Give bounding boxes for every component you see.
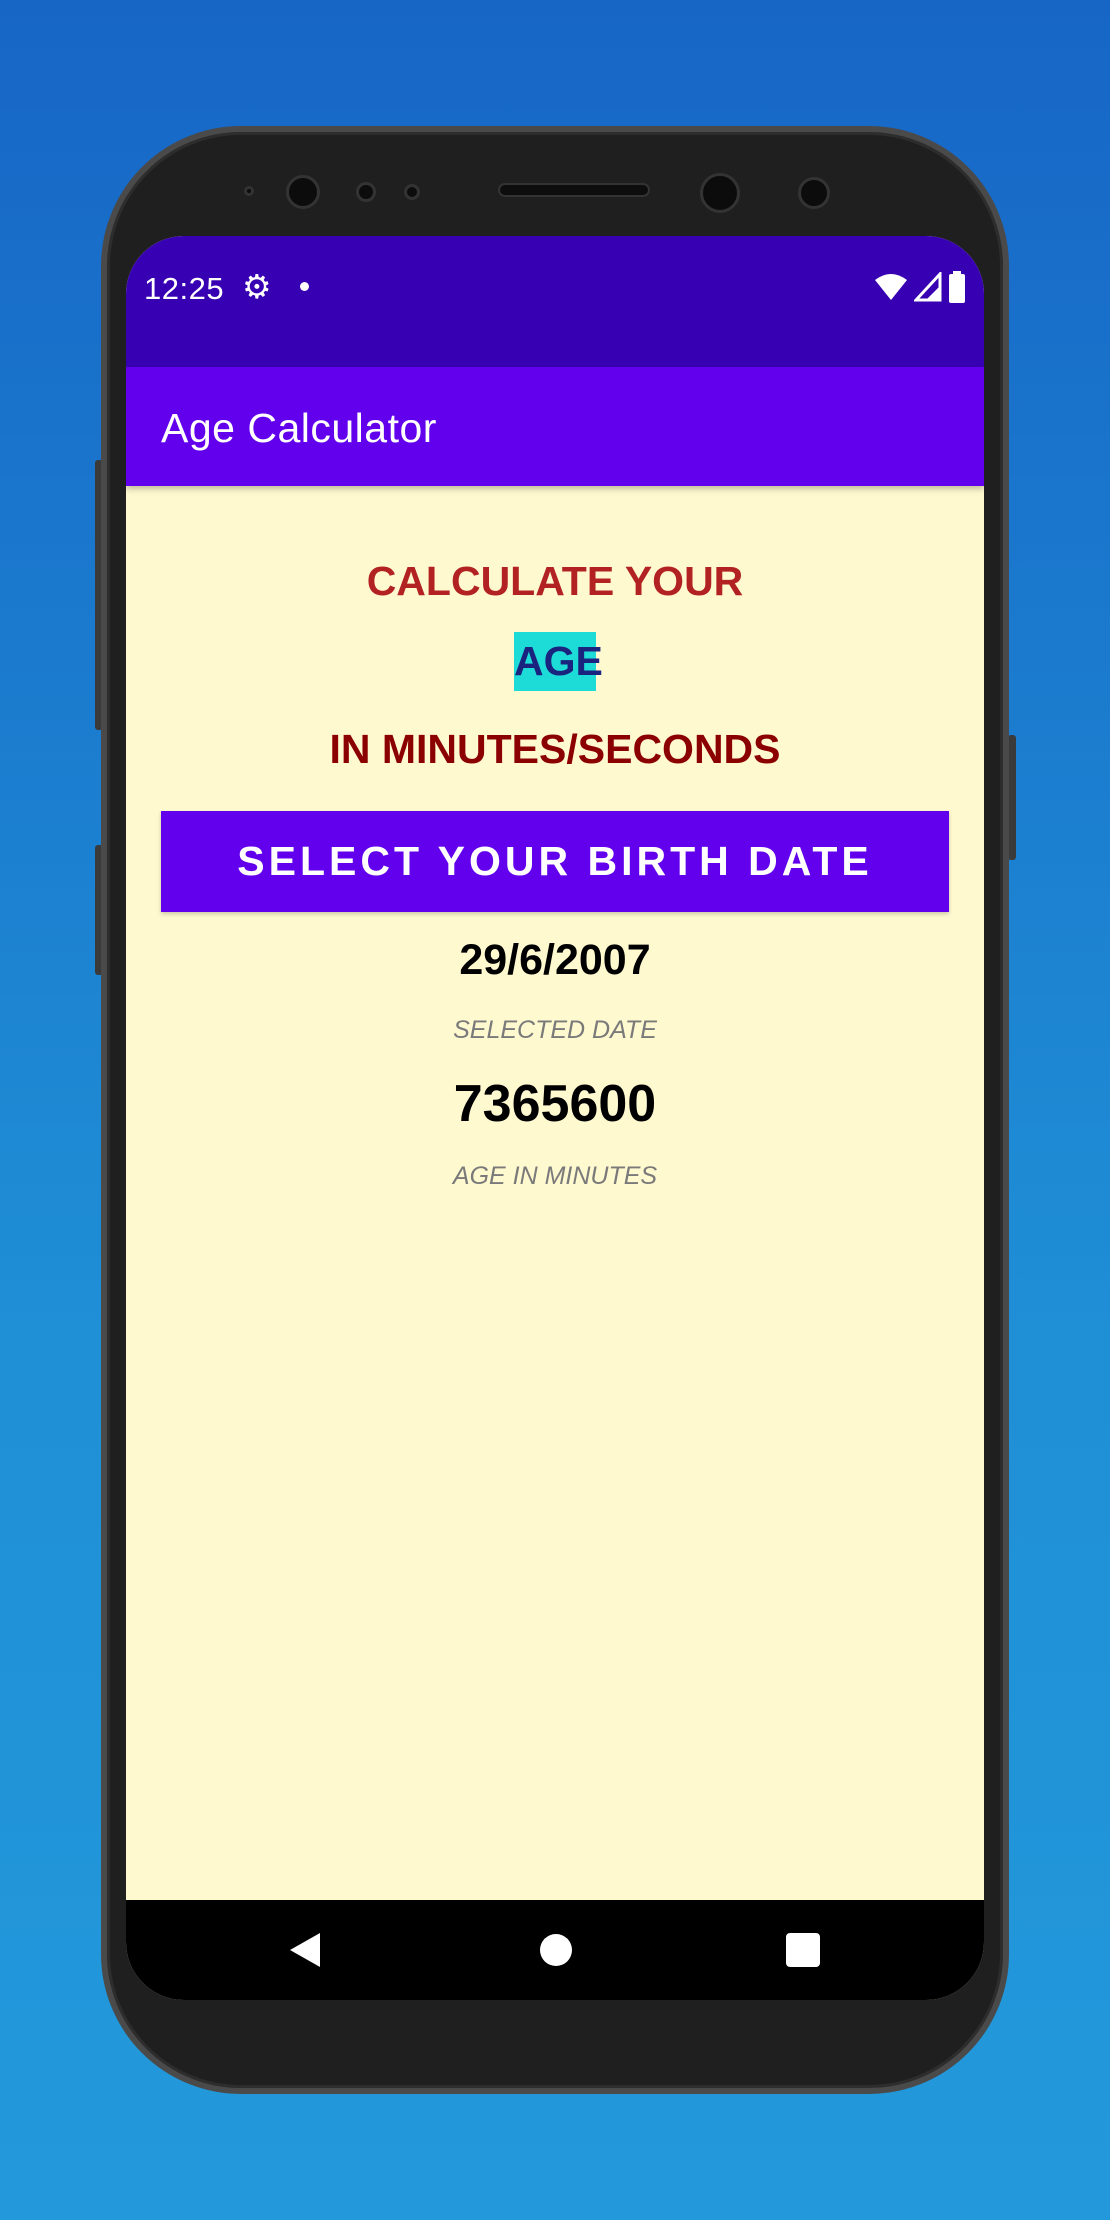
sensor-icon	[404, 184, 420, 200]
age-in-minutes-label: AGE IN MINUTES	[452, 1162, 658, 1190]
heading-in-minutes-seconds: IN MINUTES/SECONDS	[329, 726, 781, 772]
age-in-minutes-value: 7365600	[453, 1075, 657, 1133]
selected-date-label: SELECTED DATE	[453, 1016, 657, 1044]
sensor-icon	[798, 177, 830, 209]
wifi-icon	[875, 274, 907, 300]
front-camera-icon	[286, 175, 320, 209]
notification-dot-icon	[300, 282, 309, 291]
heading-age: AGE	[514, 632, 603, 691]
heading-age-wrap: AGE	[126, 632, 984, 691]
recent-apps-icon[interactable]	[786, 1933, 820, 1967]
app-title: Age Calculator	[161, 405, 437, 451]
gear-icon: ⚙	[242, 268, 272, 305]
heading-calculate-your: CALCULATE YOUR	[366, 558, 744, 604]
status-time: 12:25	[144, 271, 225, 306]
back-icon[interactable]	[290, 1933, 320, 1967]
front-camera-icon	[700, 173, 740, 213]
selected-date-value: 29/6/2007	[459, 936, 651, 984]
status-bar: 12:25 ⚙	[126, 236, 984, 367]
home-icon[interactable]	[540, 1934, 572, 1966]
device-screen: 12:25 ⚙ Age Calculator CALCULATE YOUR AG…	[126, 236, 984, 2000]
sensor-icon	[244, 186, 254, 196]
navigation-bar	[126, 1900, 984, 2000]
app-bar: Age Calculator	[126, 367, 984, 486]
sensor-icon	[356, 182, 376, 202]
status-icons	[874, 270, 966, 304]
select-birth-date-button[interactable]: SELECT YOUR BIRTH DATE	[161, 811, 949, 912]
cellular-signal-icon	[914, 272, 942, 302]
earpiece-speaker	[498, 183, 650, 197]
power-button	[1008, 735, 1016, 860]
battery-icon	[949, 271, 965, 303]
